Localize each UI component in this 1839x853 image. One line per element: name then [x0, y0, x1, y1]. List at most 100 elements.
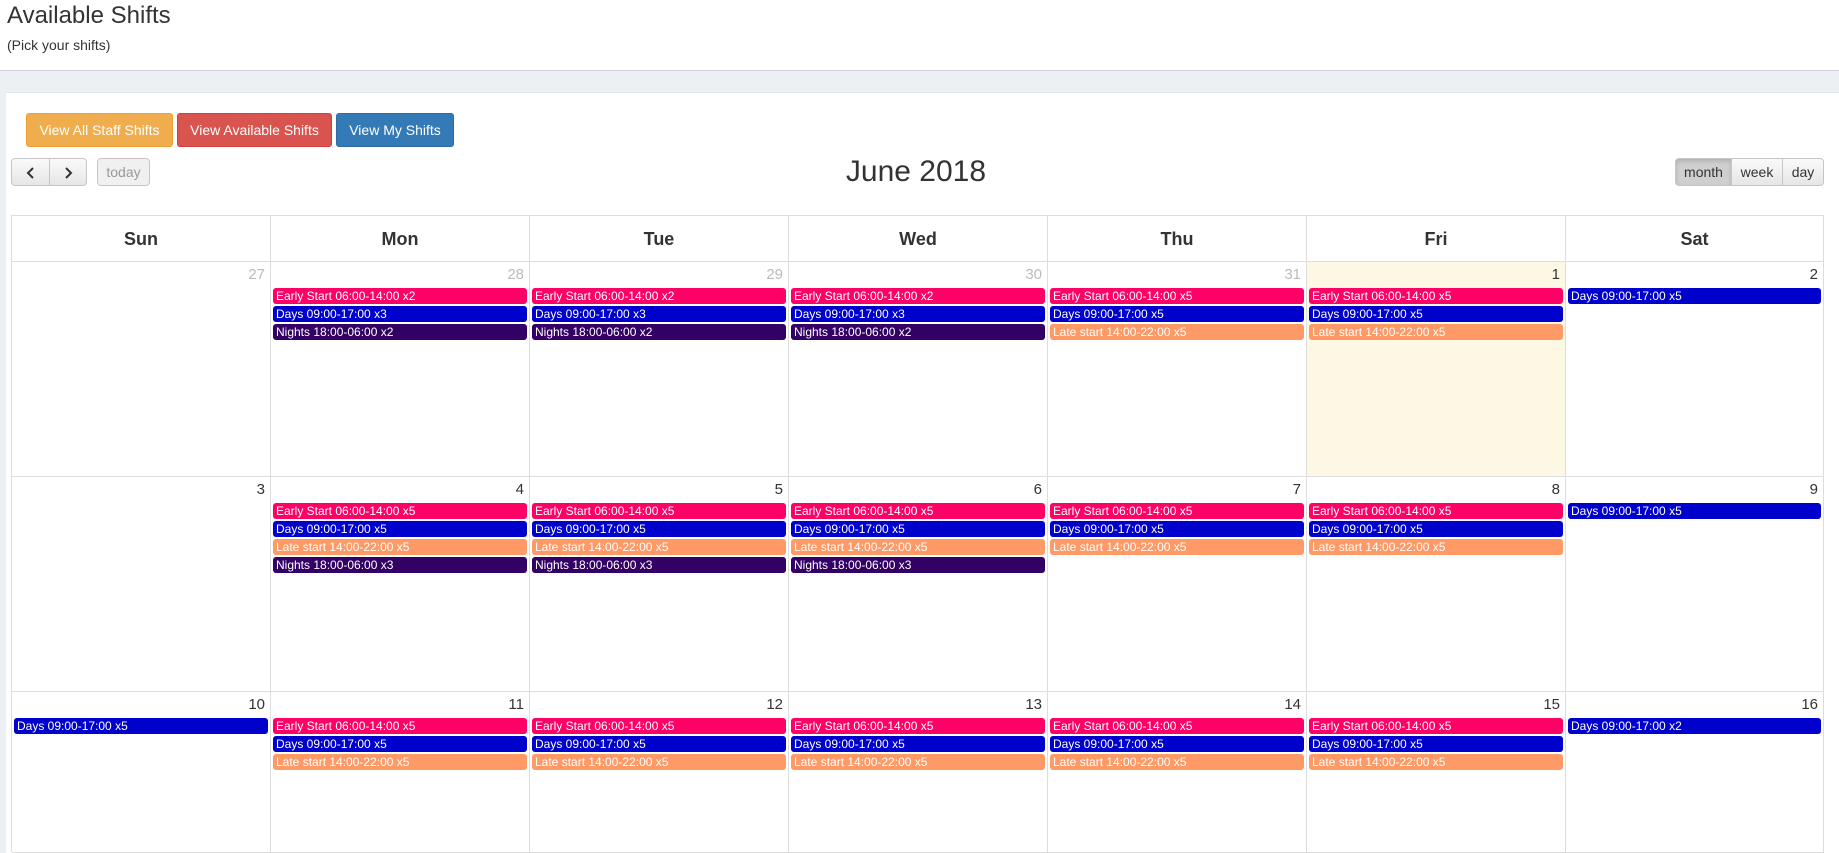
shift-event-early[interactable]: Early Start 06:00-14:00 x2: [791, 288, 1045, 304]
day-cell[interactable]: 27: [12, 262, 271, 477]
shift-event-nights[interactable]: Nights 18:00-06:00 x3: [791, 557, 1045, 573]
day-cell[interactable]: 6 Early Start 06:00-14:00 x5 Days 09:00-17…: [789, 477, 1048, 692]
day-number: 29: [766, 266, 783, 283]
shift-event-days[interactable]: Days 09:00-17:00 x3: [791, 306, 1045, 322]
shift-event-days[interactable]: Days 09:00-17:00 x5: [1309, 736, 1563, 752]
weekday-header: Mon: [271, 216, 530, 262]
shift-event-early[interactable]: Early Start 06:00-14:00 x5: [1050, 503, 1304, 519]
day-number: 8: [1551, 481, 1560, 498]
day-cell[interactable]: 2 Days 09:00-17:00 x5: [1566, 262, 1824, 477]
shift-event-nights[interactable]: Nights 18:00-06:00 x3: [273, 557, 527, 573]
day-number: 15: [1543, 696, 1560, 713]
day-cell[interactable]: 14 Early Start 06:00-14:00 x5 Days 09:00-1…: [1048, 692, 1307, 853]
weekday-header: Sun: [12, 216, 271, 262]
day-cell[interactable]: 15 Early Start 06:00-14:00 x5 Days 09:00-1…: [1307, 692, 1566, 853]
next-button[interactable]: [49, 158, 87, 186]
shift-event-days[interactable]: Days 09:00-17:00 x5: [532, 736, 786, 752]
shift-event-early[interactable]: Early Start 06:00-14:00 x5: [1309, 288, 1563, 304]
day-cell[interactable]: 1 Early Start 06:00-14:00 x5 Days 09:00-17…: [1307, 262, 1566, 477]
page-title: Available Shifts: [7, 2, 171, 29]
shift-event-late[interactable]: Late start 14:00-22:00 x5: [532, 754, 786, 770]
day-cell[interactable]: 4 Early Start 06:00-14:00 x5 Days 09:00-17…: [271, 477, 530, 692]
week-view-button[interactable]: week: [1731, 158, 1783, 186]
day-number: 16: [1801, 696, 1818, 713]
day-cell[interactable]: 16 Days 09:00-17:00 x2: [1566, 692, 1824, 853]
shift-event-nights[interactable]: Nights 18:00-06:00 x2: [273, 324, 527, 340]
shift-event-late[interactable]: Late start 14:00-22:00 x5: [1309, 324, 1563, 340]
shift-event-days[interactable]: Days 09:00-17:00 x5: [1309, 521, 1563, 537]
shift-event-late[interactable]: Late start 14:00-22:00 x5: [1309, 754, 1563, 770]
shift-event-days[interactable]: Days 09:00-17:00 x5: [273, 736, 527, 752]
month-view-button[interactable]: month: [1675, 158, 1732, 186]
shift-event-early[interactable]: Early Start 06:00-14:00 x5: [1309, 718, 1563, 734]
shift-event-days[interactable]: Days 09:00-17:00 x5: [791, 736, 1045, 752]
shift-event-early[interactable]: Early Start 06:00-14:00 x5: [1050, 288, 1304, 304]
day-cell[interactable]: 31 Early Start 06:00-14:00 x5 Days 09:00-1…: [1048, 262, 1307, 477]
shift-event-early[interactable]: Early Start 06:00-14:00 x2: [532, 288, 786, 304]
shift-event-early[interactable]: Early Start 06:00-14:00 x5: [791, 718, 1045, 734]
page-header: Available Shifts (Pick your shifts): [0, 0, 1839, 71]
shift-event-days[interactable]: Days 09:00-17:00 x5: [1050, 306, 1304, 322]
shift-event-days[interactable]: Days 09:00-17:00 x5: [791, 521, 1045, 537]
shift-event-early[interactable]: Early Start 06:00-14:00 x5: [273, 718, 527, 734]
day-cell[interactable]: 8 Early Start 06:00-14:00 x5 Days 09:00-17…: [1307, 477, 1566, 692]
day-cell[interactable]: 3: [12, 477, 271, 692]
day-cell[interactable]: 28 Early Start 06:00-14:00 x2 Days 09:00-1…: [271, 262, 530, 477]
day-cell[interactable]: 5 Early Start 06:00-14:00 x5 Days 09:00-17…: [530, 477, 789, 692]
day-number: 9: [1809, 481, 1818, 498]
day-cell[interactable]: 13 Early Start 06:00-14:00 x5 Days 09:00-1…: [789, 692, 1048, 853]
shift-event-late[interactable]: Late start 14:00-22:00 x5: [532, 539, 786, 555]
day-number: 6: [1033, 481, 1042, 498]
shift-event-days[interactable]: Days 09:00-17:00 x3: [532, 306, 786, 322]
shift-event-days[interactable]: Days 09:00-17:00 x5: [1050, 736, 1304, 752]
shift-event-early[interactable]: Early Start 06:00-14:00 x5: [791, 503, 1045, 519]
shift-event-nights[interactable]: Nights 18:00-06:00 x3: [532, 557, 786, 573]
shift-event-days[interactable]: Days 09:00-17:00 x5: [1050, 521, 1304, 537]
day-number: 1: [1551, 266, 1560, 283]
today-button[interactable]: today: [97, 158, 150, 186]
day-number: 13: [1025, 696, 1042, 713]
day-cell[interactable]: 10 Days 09:00-17:00 x5: [12, 692, 271, 853]
view-my-shifts-button[interactable]: View My Shifts: [336, 113, 454, 147]
day-cell[interactable]: 9 Days 09:00-17:00 x5: [1566, 477, 1824, 692]
shift-event-late[interactable]: Late start 14:00-22:00 x5: [1309, 539, 1563, 555]
day-number: 3: [256, 481, 265, 498]
view-all-staff-shifts-button[interactable]: View All Staff Shifts: [26, 113, 173, 147]
day-number: 2: [1809, 266, 1818, 283]
shift-event-late[interactable]: Late start 14:00-22:00 x5: [1050, 754, 1304, 770]
day-number: 10: [248, 696, 265, 713]
view-available-shifts-button[interactable]: View Available Shifts: [177, 113, 332, 147]
shift-event-nights[interactable]: Nights 18:00-06:00 x2: [791, 324, 1045, 340]
shift-event-days[interactable]: Days 09:00-17:00 x5: [1309, 306, 1563, 322]
day-cell[interactable]: 11 Early Start 06:00-14:00 x5 Days 09:00-1…: [271, 692, 530, 853]
chevron-right-icon: [65, 167, 73, 180]
prev-button[interactable]: [11, 158, 50, 186]
shift-event-early[interactable]: Early Start 06:00-14:00 x2: [273, 288, 527, 304]
shift-event-early[interactable]: Early Start 06:00-14:00 x5: [273, 503, 527, 519]
weekday-header: Sat: [1566, 216, 1824, 262]
shift-event-early[interactable]: Early Start 06:00-14:00 x5: [532, 718, 786, 734]
shift-event-late[interactable]: Late start 14:00-22:00 x5: [1050, 539, 1304, 555]
shift-event-days[interactable]: Days 09:00-17:00 x5: [532, 521, 786, 537]
shift-event-late[interactable]: Late start 14:00-22:00 x5: [791, 539, 1045, 555]
shift-event-late[interactable]: Late start 14:00-22:00 x5: [1050, 324, 1304, 340]
shift-event-late[interactable]: Late start 14:00-22:00 x5: [273, 539, 527, 555]
shift-event-early[interactable]: Early Start 06:00-14:00 x5: [1050, 718, 1304, 734]
shift-event-days[interactable]: Days 09:00-17:00 x2: [1568, 718, 1821, 734]
shift-event-days[interactable]: Days 09:00-17:00 x5: [1568, 288, 1821, 304]
day-cell[interactable]: 7 Early Start 06:00-14:00 x5 Days 09:00-17…: [1048, 477, 1307, 692]
shift-event-late[interactable]: Late start 14:00-22:00 x5: [273, 754, 527, 770]
shift-event-days[interactable]: Days 09:00-17:00 x5: [273, 521, 527, 537]
shift-event-days[interactable]: Days 09:00-17:00 x5: [1568, 503, 1821, 519]
shift-event-days[interactable]: Days 09:00-17:00 x5: [14, 718, 268, 734]
day-cell[interactable]: 12 Early Start 06:00-14:00 x5 Days 09:00-1…: [530, 692, 789, 853]
shift-event-late[interactable]: Late start 14:00-22:00 x5: [791, 754, 1045, 770]
weekday-header: Fri: [1307, 216, 1566, 262]
shift-event-early[interactable]: Early Start 06:00-14:00 x5: [532, 503, 786, 519]
day-cell[interactable]: 29 Early Start 06:00-14:00 x2 Days 09:00-1…: [530, 262, 789, 477]
shift-event-nights[interactable]: Nights 18:00-06:00 x2: [532, 324, 786, 340]
shift-event-early[interactable]: Early Start 06:00-14:00 x5: [1309, 503, 1563, 519]
day-cell[interactable]: 30 Early Start 06:00-14:00 x2 Days 09:00-1…: [789, 262, 1048, 477]
day-view-button[interactable]: day: [1782, 158, 1824, 186]
shift-event-days[interactable]: Days 09:00-17:00 x3: [273, 306, 527, 322]
